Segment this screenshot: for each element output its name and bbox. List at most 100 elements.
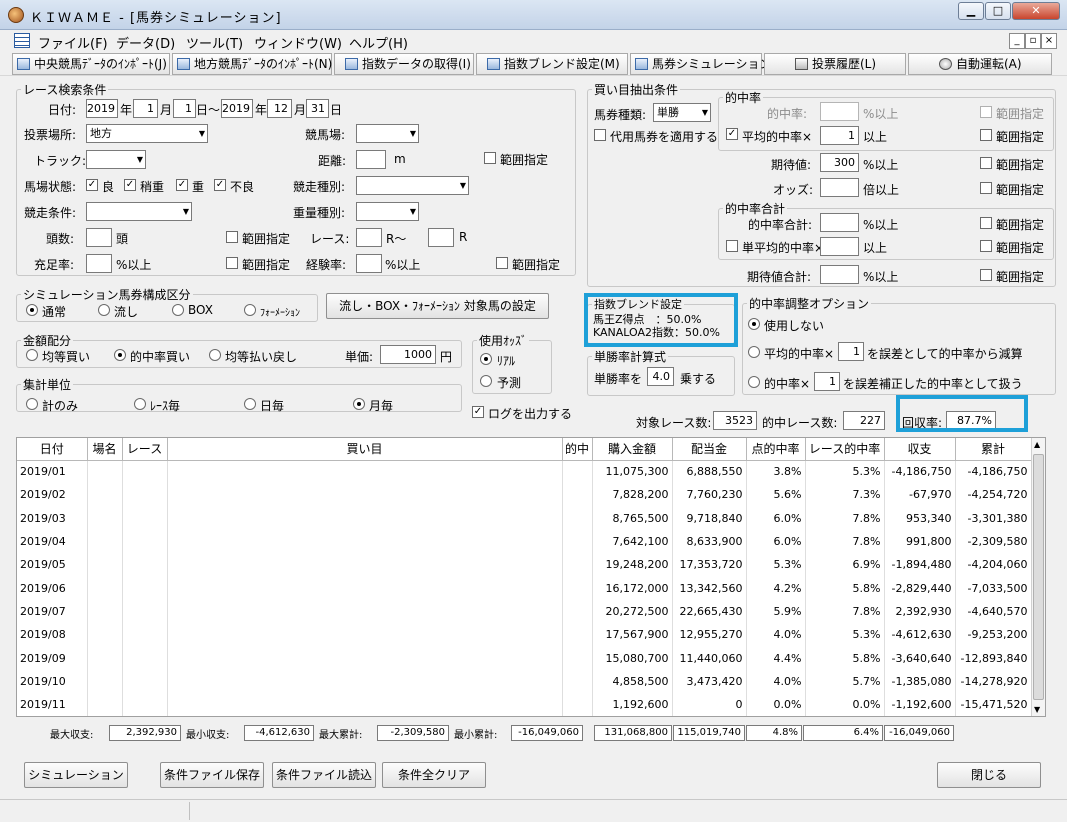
agg-monthly-radio[interactable] <box>353 398 365 410</box>
cond-good-checkbox[interactable]: ✓ <box>86 179 98 191</box>
log-output-checkbox[interactable]: ✓ <box>472 406 484 418</box>
vertical-scrollbar[interactable]: ▲ ▼ <box>1031 438 1045 716</box>
table-row[interactable]: 2019/05 19,248,200 17,353,720 5.3% 6.9% -1,89… <box>17 553 1032 577</box>
menu-data[interactable]: データ(D) <box>116 33 175 52</box>
start-month-field[interactable]: 1 <box>133 99 158 118</box>
fetch-index-button[interactable]: 指数データの取得(I) <box>334 53 474 75</box>
table-row[interactable]: 2019/10 4,858,500 3,473,420 4.0% 5.7% -1,385,… <box>17 669 1032 693</box>
cond-heavy-checkbox[interactable]: ✓ <box>176 179 188 191</box>
hit-rate-buy-radio[interactable] <box>114 349 126 361</box>
start-day-field[interactable]: 1 <box>173 99 196 118</box>
table-row[interactable]: 2019/02 7,828,200 7,760,230 5.6% 7.3% -67,970… <box>17 483 1032 507</box>
document-icon[interactable] <box>14 33 30 48</box>
hit-sum-range-checkbox[interactable] <box>980 217 992 229</box>
substitute-checkbox[interactable] <box>594 129 606 141</box>
sim-box-radio[interactable] <box>172 304 184 316</box>
table-row[interactable]: 2019/01 11,075,300 6,888,550 3.8% 5.3% -4,186… <box>17 460 1032 484</box>
scroll-up-icon[interactable]: ▲ <box>1034 440 1040 449</box>
target-horse-settings-button[interactable]: 流し・BOX・ﾌｫｰﾒｰｼｮﾝ 対象馬の設定 <box>326 293 549 319</box>
distance-range-checkbox[interactable] <box>484 152 496 164</box>
fill-rate-field[interactable] <box>86 254 112 273</box>
menu-tools[interactable]: ツール(T) <box>186 33 243 52</box>
equal-payout-radio[interactable] <box>209 349 221 361</box>
tansho-power-field[interactable]: 4.0 <box>647 367 674 386</box>
distance-field[interactable] <box>356 150 386 169</box>
maximize-button[interactable]: □ <box>985 2 1011 20</box>
avg-hit-range-checkbox[interactable] <box>980 129 992 141</box>
race-rule-select[interactable] <box>86 202 192 221</box>
save-conditions-button[interactable]: 条件ファイル保存 <box>160 762 264 788</box>
table-row[interactable]: 2019/03 8,765,500 9,718,840 6.0% 7.8% 953,340… <box>17 506 1032 530</box>
table-row[interactable]: 2019/11 1,192,600 0 0.0% 0.0% -1,192,600 -15,4… <box>17 692 1032 716</box>
clear-conditions-button[interactable]: 条件全クリア <box>382 762 486 788</box>
column-header[interactable]: レース的中率 <box>805 438 885 461</box>
column-header[interactable]: 購入金額 <box>592 438 673 461</box>
column-header[interactable]: 累計 <box>955 438 1032 461</box>
agg-total-radio[interactable] <box>26 398 38 410</box>
sim-formation-radio[interactable] <box>244 304 256 316</box>
import-central-button[interactable]: 中央競馬ﾃﾞｰﾀのｲﾝﾎﾟｰﾄ(J) <box>12 53 170 75</box>
adjust-subtract-radio[interactable] <box>748 346 760 358</box>
menu-file[interactable]: ファイル(F) <box>38 33 108 52</box>
menu-help[interactable]: ヘルプ(H) <box>349 33 408 52</box>
sim-nagashi-radio[interactable] <box>98 304 110 316</box>
mdi-close-button[interactable]: × <box>1041 33 1057 49</box>
expected-value-field[interactable]: 300 <box>820 153 859 172</box>
end-day-field[interactable]: 31 <box>306 99 329 118</box>
hit-sum-field[interactable] <box>820 213 859 232</box>
table-row[interactable]: 2019/07 20,272,500 22,665,430 5.9% 7.8% 2,392… <box>17 599 1032 624</box>
course-select[interactable] <box>356 124 419 143</box>
heads-field[interactable] <box>86 228 112 247</box>
scroll-down-icon[interactable]: ▼ <box>1034 705 1040 714</box>
odds-real-radio[interactable] <box>480 353 492 365</box>
agg-per-race-radio[interactable] <box>134 398 146 410</box>
adjust-subtract-field[interactable]: 1 <box>838 342 864 361</box>
column-header[interactable]: 買い目 <box>167 438 563 461</box>
load-conditions-button[interactable]: 条件ファイル読込 <box>272 762 376 788</box>
avg-hit-field[interactable]: 1 <box>820 126 859 145</box>
adjust-none-radio[interactable] <box>748 318 760 330</box>
track-select[interactable] <box>86 150 146 169</box>
start-year-field[interactable]: 2019 <box>86 99 118 118</box>
column-header[interactable]: 場名 <box>87 438 123 461</box>
single-avg-checkbox[interactable] <box>726 240 738 252</box>
vote-history-button[interactable]: 投票履歴(L) <box>764 53 906 75</box>
table-row[interactable]: 2019/09 15,080,700 11,440,060 4.4% 5.8% -3,64… <box>17 646 1032 670</box>
column-header[interactable]: レース <box>122 438 168 461</box>
single-avg-field[interactable] <box>820 237 859 256</box>
column-header[interactable]: 収支 <box>884 438 956 461</box>
fill-range-checkbox[interactable] <box>226 257 238 269</box>
experience-range-checkbox[interactable] <box>496 257 508 269</box>
end-month-field[interactable]: 12 <box>267 99 292 118</box>
cond-bad-checkbox[interactable]: ✓ <box>214 179 226 191</box>
simulate-button[interactable]: シミュレーション <box>24 762 128 788</box>
sim-normal-radio[interactable] <box>26 304 38 316</box>
ev-sum-range-checkbox[interactable] <box>980 269 992 281</box>
odds-range-checkbox[interactable] <box>980 182 992 194</box>
experience-field[interactable] <box>356 254 382 273</box>
agg-daily-radio[interactable] <box>244 398 256 410</box>
scroll-thumb[interactable] <box>1033 454 1044 700</box>
end-year-field[interactable]: 2019 <box>221 99 253 118</box>
ev-range-checkbox[interactable] <box>980 157 992 169</box>
mdi-minimize-button[interactable]: _ <box>1009 33 1025 49</box>
menu-window[interactable]: ウィンドウ(W) <box>254 33 342 52</box>
hit-rate-range-checkbox[interactable] <box>980 106 992 118</box>
mdi-restore-button[interactable]: ▫ <box>1025 33 1041 49</box>
race-type-select[interactable] <box>356 176 469 195</box>
race-from-field[interactable] <box>356 228 382 247</box>
table-row[interactable]: 2019/12 1,365,300787,7601.9%2.9%-577,540-… <box>17 716 1031 717</box>
close-button[interactable]: 閉じる <box>937 762 1041 788</box>
close-window-button[interactable]: ✕ <box>1012 2 1060 20</box>
adjust-correct-radio[interactable] <box>748 376 760 388</box>
adjust-correct-field[interactable]: 1 <box>814 372 840 391</box>
unit-price-field[interactable]: 1000 <box>380 345 436 364</box>
auto-run-button[interactable]: 自動運転(A) <box>908 53 1052 75</box>
avg-hit-checkbox[interactable]: ✓ <box>726 128 738 140</box>
column-header[interactable]: 的中 <box>562 438 593 461</box>
venue-select[interactable]: 地方 <box>86 124 208 143</box>
race-to-field[interactable] <box>428 228 454 247</box>
odds-field[interactable] <box>820 178 859 197</box>
odds-forecast-radio[interactable] <box>480 375 492 387</box>
weight-type-select[interactable] <box>356 202 419 221</box>
